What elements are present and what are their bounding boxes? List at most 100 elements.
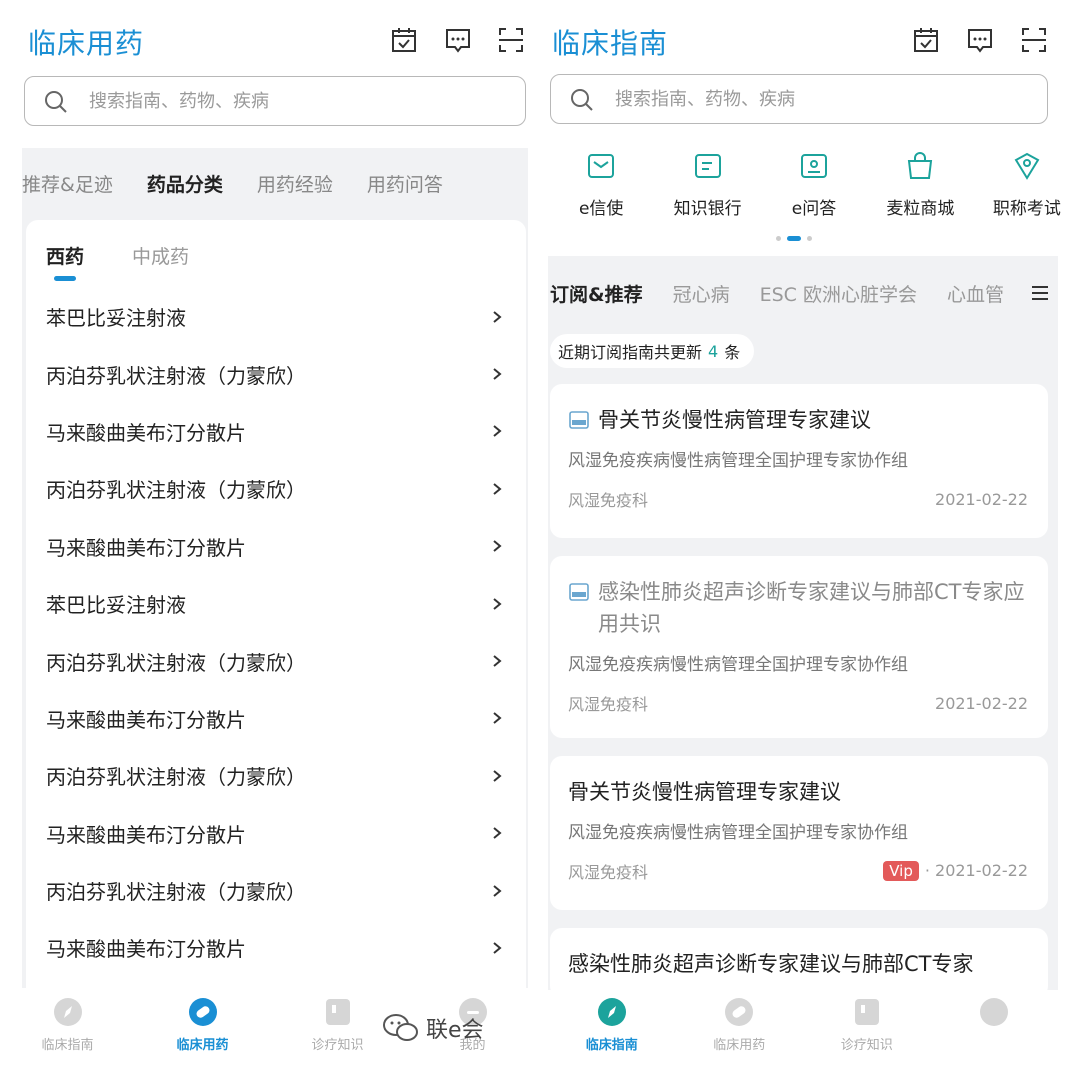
guide-card[interactable]: 感染性肺炎超声诊断专家建议与肺部CT专家 [550,928,1048,998]
quick-label: e问答 [791,199,837,219]
guide-dept: 风湿免疫科 [568,695,649,714]
tab-drug-qa[interactable]: 用药问答 [367,170,443,210]
guide-card[interactable]: 骨关节炎慢性病管理专家建议 风湿免疫疾病慢性病管理全国护理专家协作组 风湿免疫科… [550,384,1048,538]
calendar-icon[interactable] [912,26,940,54]
guide-dept: 风湿免疫科 [568,491,649,510]
drug-name: 丙泊芬乳状注射液（力蒙欣） [46,478,306,503]
compass-icon [53,998,82,1026]
drug-list-item[interactable]: 马来酸曲美布汀分散片 [26,403,526,460]
carousel-pager [776,236,812,241]
chevron-right-icon [493,884,502,897]
chevron-right-icon [493,483,502,495]
drug-list-item[interactable]: 丙泊芬乳状注射液（力蒙欣） [26,632,526,689]
tab-recommend[interactable]: 推荐&足迹 [22,170,113,210]
document-icon [694,154,721,178]
category-tabs: 订阅&推荐 冠心病 ESC 欧洲心脏学会 心血管 [550,280,1020,307]
quick-e-qa[interactable]: e问答 [761,150,867,220]
nav-guide[interactable]: 临床指南 [0,990,135,1080]
guide-card[interactable]: 感染性肺炎超声诊断专家建议与肺部CT专家应用共识 风湿免疫疾病慢性病管理全国护理… [550,556,1048,738]
sub-tabs: 西药 中成药 [46,242,237,281]
drug-list-item[interactable]: 丙泊芬乳状注射液（力蒙欣） [26,345,526,402]
nav-label: 诊疗知识 [840,1038,893,1053]
guide-date: 2021-02-22 [935,693,1028,713]
drug-list-item[interactable]: 丙泊芬乳状注射液（力蒙欣） [26,747,526,804]
tab-esc[interactable]: ESC 欧洲心脏学会 [760,280,917,307]
quick-knowledge-bank[interactable]: 知识银行 [654,150,760,220]
tab-coronary[interactable]: 冠心病 [673,280,730,307]
tab-cardio[interactable]: 心血管 [947,280,1004,307]
top-tabs: 推荐&足迹 药品分类 用药经验 用药问答 [22,170,477,226]
tab-chinese-medicine[interactable]: 中成药 [132,242,189,269]
guide-title: 骨关节炎慢性病管理专家建议 [598,408,871,432]
drug-list-item[interactable]: 马来酸曲美布汀分散片 [26,919,526,976]
guide-screen: 临床指南 e信使 知识银行 e问答 麦粒商城 [548,0,1080,1080]
drug-name: 丙泊芬乳状注射液（力蒙欣） [46,880,306,905]
tab-subscribe-recommend[interactable]: 订阅&推荐 [550,280,643,307]
guide-card[interactable]: 骨关节炎慢性病管理专家建议 风湿免疫疾病慢性病管理全国护理专家协作组 风湿免疫科… [550,756,1048,910]
search-input[interactable] [89,87,469,115]
message-icon[interactable] [444,26,472,54]
nav-label: 临床用药 [176,1038,229,1053]
update-prefix: 近期订阅指南共更新 [558,343,703,362]
chevron-right-icon [493,827,502,839]
pdf-file-icon [569,411,589,429]
drug-name: 丙泊芬乳状注射液（力蒙欣） [46,650,306,675]
chevron-right-icon [493,712,502,725]
guide-org: 风湿免疫疾病慢性病管理全国护理专家协作组 [568,451,908,471]
chevron-right-icon [493,310,502,323]
message-icon[interactable] [966,26,994,54]
drug-list-item[interactable]: 马来酸曲美布汀分散片 [26,690,526,747]
drug-name: 苯巴比妥注射液 [46,306,186,331]
update-count: 4 [708,341,719,361]
drug-name: 马来酸曲美布汀分散片 [46,707,246,732]
guide-org: 风湿免疫疾病慢性病管理全国护理专家协作组 [568,823,908,843]
quick-mall[interactable]: 麦粒商城 [867,150,973,220]
quick-e-messenger[interactable]: e信使 [548,150,654,220]
wechat-watermark: 联e会 [382,1012,484,1044]
profile-icon [980,998,1009,1026]
search-box[interactable] [550,74,1048,124]
nav-guide[interactable]: 临床指南 [548,990,676,1080]
guide-date: 2021-02-22 [935,489,1028,509]
drug-name: 苯巴比妥注射液 [46,593,186,618]
envelope-icon [588,154,615,178]
menu-icon[interactable] [1030,284,1050,302]
drug-list-item[interactable]: 马来酸曲美布汀分散片 [26,805,526,862]
guide-dept: 风湿免疫科 [568,863,649,882]
app-header: 临床指南 [548,0,1080,76]
quick-label: e信使 [578,199,624,219]
nav-drug[interactable]: 临床用药 [135,990,270,1080]
tab-drug-category[interactable]: 药品分类 [147,170,223,226]
nav-label: 临床用药 [713,1038,766,1053]
search-box[interactable] [24,76,526,126]
drug-list-item[interactable]: 苯巴比妥注射液 [26,288,526,345]
tab-drug-experience[interactable]: 用药经验 [257,170,333,210]
person-card-icon [801,154,828,178]
calendar-icon[interactable] [390,26,418,54]
scan-icon[interactable] [497,26,525,54]
nav-label: 诊疗知识 [311,1038,364,1053]
search-input[interactable] [615,85,995,113]
drug-list-item[interactable]: 丙泊芬乳状注射液（力蒙欣） [26,862,526,919]
guide-org: 风湿免疫疾病慢性病管理全国护理专家协作组 [568,655,908,675]
drug-list-item[interactable]: 苯巴比妥注射液 [26,575,526,632]
nav-me[interactable] [931,990,1059,1080]
shopping-bag-icon [908,152,933,179]
app-logo: 临床用药 [28,27,145,60]
guide-date: · 2021-02-22 [924,861,1028,880]
quick-label: 麦粒商城 [886,199,955,219]
nav-knowledge[interactable]: 诊疗知识 [803,990,931,1080]
app-logo: 临床指南 [552,27,669,60]
tab-western-medicine[interactable]: 西药 [46,242,84,281]
drug-list-item[interactable]: 马来酸曲美布汀分散片 [26,518,526,575]
chevron-right-icon [493,597,502,610]
quick-entry-row: e信使 知识银行 e问答 麦粒商城 职称考试 [548,150,1080,220]
drug-name: 马来酸曲美布汀分散片 [46,535,246,560]
nav-drug[interactable]: 临床用药 [676,990,804,1080]
quick-label: 知识银行 [673,199,742,219]
chevron-right-icon [493,425,502,438]
drug-list-item[interactable]: 丙泊芬乳状注射液（力蒙欣） [26,460,526,517]
quick-exam[interactable]: 职称考试 [974,150,1080,220]
scan-icon[interactable] [1020,26,1048,54]
watermark-text: 联e会 [426,1018,484,1043]
